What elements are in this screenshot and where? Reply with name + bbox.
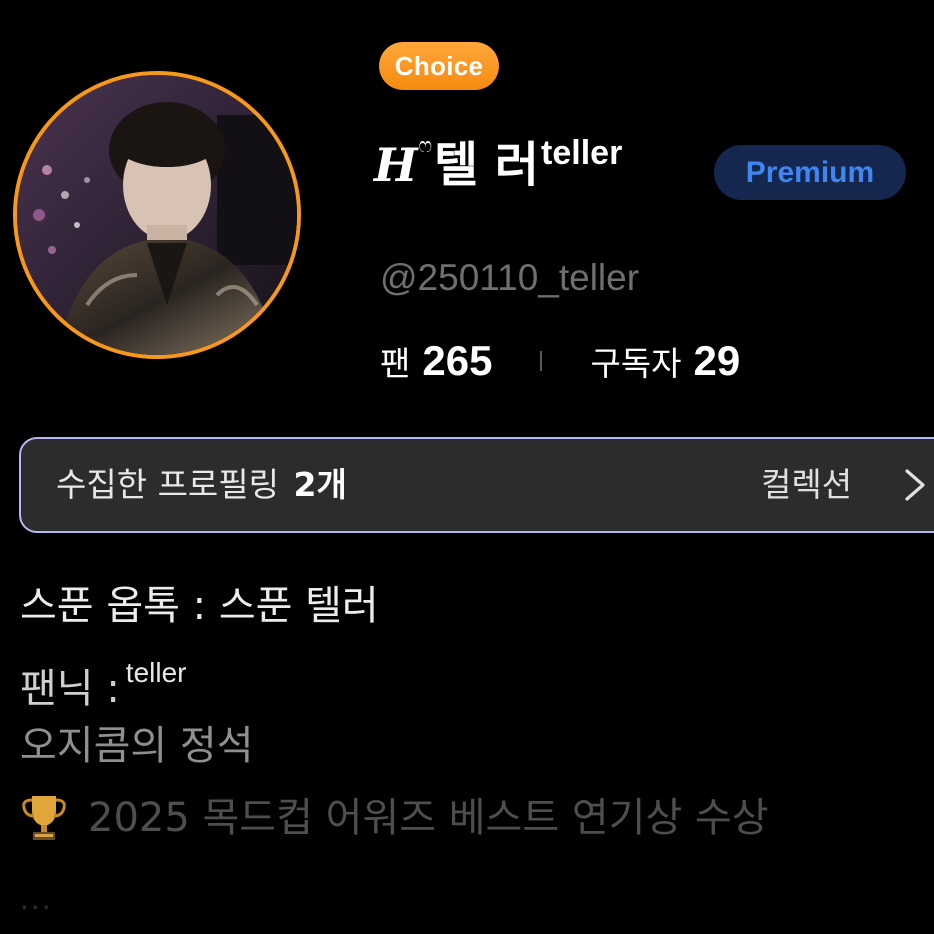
profile-name: H ෆ 텔 러 teller — [374, 125, 622, 205]
bio-line-4: 2025 목드컵 어워즈 베스트 연기상 수상 — [20, 790, 769, 846]
avatar-photo — [17, 75, 297, 355]
premium-badge: Premium — [714, 145, 906, 200]
profile-avatar[interactable] — [13, 71, 301, 359]
collection-card[interactable]: 수집한 프로필링 2개 컬렉션 — [19, 437, 934, 533]
bio-line-2-text: 팬닉 : — [20, 666, 120, 712]
fans-label: 팬 — [380, 344, 411, 383]
bio-more-ellipsis[interactable]: ... — [20, 880, 53, 920]
profile-stats: 팬 265 구독자 29 — [380, 333, 740, 389]
bio-line-2-superscript: teller — [125, 657, 187, 688]
name-heart: ෆ — [418, 133, 433, 157]
trophy-icon — [22, 796, 66, 840]
bio-line-2: 팬닉 : teller — [20, 645, 187, 717]
bio-line-1: 스푼 옵톡 : 스푼 텔러 — [20, 583, 379, 629]
choice-badge: Choice — [379, 42, 499, 90]
stats-divider — [540, 351, 543, 371]
bio-line-3: 오지콤의 정석 — [20, 723, 254, 769]
chevron-right-icon[interactable] — [896, 467, 932, 503]
bio-line-4-text: 2025 목드컵 어워즈 베스트 연기상 수상 — [88, 795, 769, 841]
collection-link[interactable]: 컬렉션 — [761, 439, 852, 531]
name-main: 텔 러 — [434, 137, 540, 193]
name-logo: H — [374, 138, 418, 192]
collection-count: 2개 — [293, 465, 347, 504]
fans-count[interactable]: 265 — [422, 337, 492, 385]
profile-handle: @250110_teller — [380, 257, 640, 298]
name-superscript: teller — [541, 134, 623, 172]
collection-label: 수집한 프로필링 — [56, 465, 280, 504]
subscribers-count[interactable]: 29 — [694, 337, 741, 385]
collection-summary: 수집한 프로필링 2개 — [56, 439, 347, 531]
subscribers-label: 구독자 — [590, 344, 682, 383]
